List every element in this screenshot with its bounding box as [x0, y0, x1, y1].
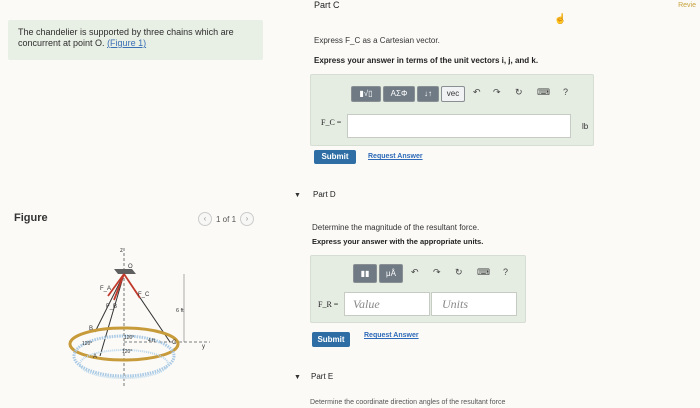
help-icon[interactable]: ?: [563, 87, 568, 97]
part-e-instruction: Determine the coordinate direction angle…: [310, 399, 506, 406]
part-d-submit-button[interactable]: Submit: [312, 332, 350, 347]
review-link[interactable]: Revie: [678, 2, 696, 9]
vec-button[interactable]: vec: [441, 86, 465, 102]
figure-page-count: 1 of 1: [216, 214, 237, 224]
force-a-label: F_A: [100, 286, 111, 292]
reset-icon[interactable]: ↻: [515, 87, 523, 98]
part-c-answer-panel: ▮√▯ ΑΣΦ ↓↑ vec ↶ ↷ ↻ ⌨ ? F_C =: [310, 74, 594, 146]
y-axis-label: y: [202, 344, 205, 350]
point-a-label: A: [93, 354, 97, 360]
templates-button[interactable]: ▮▮: [353, 264, 377, 283]
part-e-title: Part E: [311, 372, 334, 381]
force-b-label: F_B: [106, 304, 117, 310]
templates-button[interactable]: ▮√▯: [351, 86, 381, 102]
angle-label-2: 120°: [124, 335, 134, 341]
redo-icon[interactable]: ↷: [433, 267, 441, 278]
greek-button[interactable]: ΑΣΦ: [383, 86, 415, 102]
part-d-instruction-bold: Express your answer with the appropriate…: [312, 237, 484, 246]
ceiling-mount: [114, 269, 136, 274]
value-placeholder: Value: [353, 297, 380, 311]
units-placeholder: Units: [442, 297, 469, 311]
part-c-submit-button[interactable]: Submit: [314, 150, 356, 164]
z-axis-label: z: [120, 248, 123, 254]
redo-icon[interactable]: ↷: [493, 87, 501, 98]
units-button[interactable]: μÅ: [379, 264, 403, 283]
angle-label-3: 120°: [122, 349, 132, 355]
reset-icon[interactable]: ↻: [455, 267, 463, 278]
figure-link[interactable]: (Figure 1): [107, 38, 146, 48]
part-d-collapse-icon[interactable]: ▼: [294, 192, 301, 199]
keyboard-icon[interactable]: ⌨: [477, 267, 490, 278]
fr-label: F_R =: [318, 300, 339, 309]
next-figure-button[interactable]: ›: [240, 212, 255, 226]
point-c-label: C: [172, 340, 177, 346]
part-d-instruction: Determine the magnitude of the resultant…: [312, 223, 480, 232]
point-o-label: O: [128, 264, 133, 270]
part-e-collapse-icon[interactable]: ▼: [294, 374, 301, 381]
fc-input[interactable]: [347, 114, 571, 138]
force-c-label: F_C: [138, 292, 150, 298]
prev-figure-button[interactable]: ‹: [198, 212, 212, 226]
keyboard-icon[interactable]: ⌨: [537, 87, 550, 98]
point-b-label: B: [89, 326, 93, 332]
figure-heading: Figure: [14, 212, 48, 224]
height-dimension-label: 6 ft: [176, 308, 184, 314]
angle-label-1: 120°: [82, 341, 92, 347]
part-d-request-answer-link[interactable]: Request Answer: [364, 332, 419, 339]
undo-icon[interactable]: ↶: [473, 87, 481, 98]
part-d-answer-panel: ▮▮ μÅ ↶ ↷ ↻ ⌨ ? F_R = Value Units: [310, 255, 526, 323]
help-icon[interactable]: ?: [503, 267, 508, 277]
arrows-button[interactable]: ↓↑: [417, 86, 439, 102]
part-c-request-answer-link[interactable]: Request Answer: [368, 153, 423, 160]
figure-pager: ‹ 1 of 1 ›: [198, 212, 255, 226]
part-c-instruction: Express F_C as a Cartesian vector.: [314, 36, 440, 45]
fc-unit: lb: [582, 122, 589, 131]
fr-value-input[interactable]: Value: [344, 292, 430, 316]
chandelier-figure: z O F_A F_C F_B 6 ft y B A C 4 ft 120° 1…: [68, 248, 210, 388]
fc-label: F_C =: [321, 118, 342, 127]
problem-statement: The chandelier is supported by three cha…: [18, 27, 258, 49]
part-c-instruction-bold: Express your answer in terms of the unit…: [314, 56, 539, 65]
radius-label: 4 ft: [148, 338, 156, 344]
part-c-title: Part C: [314, 0, 340, 10]
fr-units-input[interactable]: Units: [431, 292, 517, 316]
undo-icon[interactable]: ↶: [411, 267, 419, 278]
cursor-icon: ☝: [554, 14, 567, 25]
part-d-title: Part D: [313, 190, 336, 199]
